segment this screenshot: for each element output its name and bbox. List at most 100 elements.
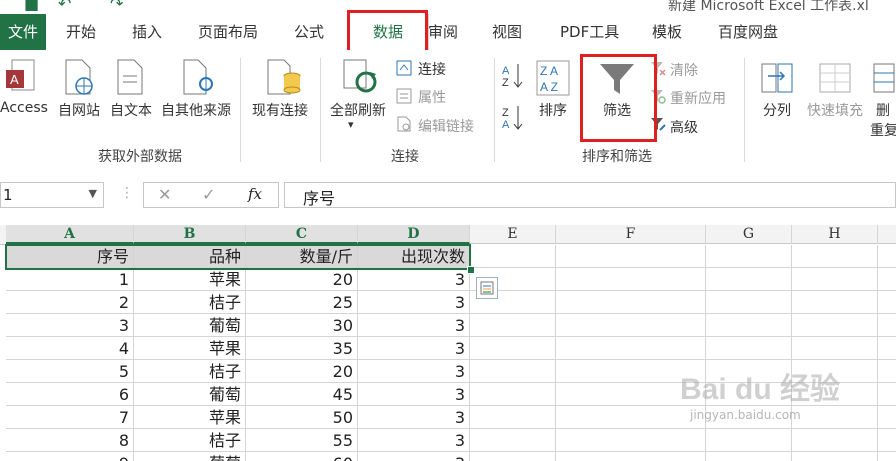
table-cell[interactable]: 25: [246, 291, 358, 314]
undo-icon[interactable]: ↶: [58, 0, 71, 13]
table-cell[interactable]: 苹果: [134, 268, 246, 291]
table-cell[interactable]: 50: [246, 406, 358, 429]
table-cell[interactable]: 葡萄: [134, 452, 246, 461]
advanced-button[interactable]: 高级: [670, 117, 698, 137]
name-box-dropdown-icon[interactable]: ▼: [89, 187, 97, 200]
edit-links-button[interactable]: 编辑链接: [418, 116, 474, 136]
properties-icon: [396, 88, 412, 108]
enter-icon[interactable]: ✓: [202, 185, 215, 204]
table-cell[interactable]: 3: [358, 291, 470, 314]
table-cell[interactable]: 6: [6, 383, 134, 406]
column-header-e[interactable]: E: [470, 225, 556, 244]
existing-connections-button[interactable]: 现有连接: [246, 100, 314, 120]
from-other-sources-button[interactable]: 自其他来源: [158, 100, 234, 120]
table-cell[interactable]: 20: [246, 360, 358, 383]
table-cell[interactable]: 3: [358, 429, 470, 452]
table-cell[interactable]: 4: [6, 337, 134, 360]
group-separator: [240, 58, 241, 162]
text-to-columns-button[interactable]: 分列: [756, 100, 798, 120]
insert-function-icon[interactable]: fx: [248, 185, 262, 203]
flash-fill-button[interactable]: 快速填充: [804, 100, 866, 120]
connections-button[interactable]: 连接: [418, 59, 446, 79]
table-cell[interactable]: 7: [6, 406, 134, 429]
name-box[interactable]: 1 ▼: [0, 182, 104, 208]
table-cell[interactable]: 9: [6, 452, 134, 461]
watermark-text: Bai du 经验: [680, 373, 841, 406]
table-cell[interactable]: 2: [6, 291, 134, 314]
table-cell[interactable]: 桔子: [134, 360, 246, 383]
group-separator: [320, 58, 321, 162]
remove-duplicates-button-line2[interactable]: 重复: [870, 120, 896, 140]
tab-insert[interactable]: 插入: [132, 14, 162, 50]
save-icon[interactable]: ■: [24, 0, 39, 13]
table-cell[interactable]: 桔子: [134, 291, 246, 314]
from-web-button[interactable]: 自网站: [54, 100, 104, 120]
table-cell[interactable]: 3: [358, 383, 470, 406]
table-cell[interactable]: 30: [246, 314, 358, 337]
table-cell[interactable]: 3: [358, 452, 470, 461]
table-cell[interactable]: 3: [358, 314, 470, 337]
connections-icon: [396, 60, 412, 80]
clear-button[interactable]: 清除: [670, 60, 698, 80]
group-label-get-external-data: 获取外部数据: [98, 149, 182, 165]
column-header-b[interactable]: B: [134, 225, 246, 244]
tab-formulas[interactable]: 公式: [294, 14, 324, 50]
web-icon: [62, 58, 96, 100]
fill-handle[interactable]: [467, 266, 475, 274]
refresh-dropdown-icon[interactable]: ▾: [348, 118, 354, 131]
text-to-columns-icon: [760, 60, 794, 102]
table-cell[interactable]: 8: [6, 429, 134, 452]
table-cell[interactable]: 葡萄: [134, 383, 246, 406]
table-cell[interactable]: 1: [6, 268, 134, 291]
remove-duplicates-button[interactable]: 删: [876, 100, 890, 120]
table-cell[interactable]: 桔子: [134, 429, 246, 452]
tab-home[interactable]: 开始: [66, 14, 96, 50]
table-cell[interactable]: 60: [246, 452, 358, 461]
column-header-g[interactable]: G: [706, 225, 792, 244]
column-header-a[interactable]: A: [6, 225, 134, 244]
column-header-c[interactable]: C: [246, 225, 358, 244]
selection-range: [5, 244, 471, 270]
reapply-button[interactable]: 重新应用: [670, 88, 726, 108]
tab-page-layout[interactable]: 页面布局: [198, 14, 258, 50]
refresh-all-button[interactable]: 全部刷新: [326, 100, 390, 120]
table-cell[interactable]: 45: [246, 383, 358, 406]
column-header-d[interactable]: D: [358, 225, 470, 244]
properties-button[interactable]: 属性: [418, 87, 446, 107]
table-cell[interactable]: 3: [358, 406, 470, 429]
cancel-icon[interactable]: ✕: [158, 185, 171, 204]
sort-ascending-icon[interactable]: AZ: [502, 62, 524, 92]
table-cell[interactable]: 3: [358, 360, 470, 383]
column-header-h[interactable]: H: [792, 225, 878, 244]
tab-pdf-tools[interactable]: PDF工具: [560, 14, 619, 50]
table-cell[interactable]: 5: [6, 360, 134, 383]
table-cell[interactable]: 20: [246, 268, 358, 291]
group-label-sort-filter: 排序和筛选: [582, 149, 652, 165]
worksheet-grid[interactable]: A B C D E F G H 序号 品种 数量/斤 出现次数 1 苹果 20 …: [0, 219, 896, 461]
sort-descending-icon[interactable]: ZA: [502, 104, 524, 134]
tab-file[interactable]: 文件: [0, 14, 46, 50]
sort-button[interactable]: 排序: [532, 100, 574, 120]
tab-review[interactable]: 审阅: [428, 14, 458, 50]
column-header-f[interactable]: F: [556, 225, 706, 244]
refresh-all-icon: [342, 58, 378, 100]
table-cell[interactable]: 苹果: [134, 406, 246, 429]
table-cell[interactable]: 苹果: [134, 337, 246, 360]
svg-text:A: A: [502, 65, 510, 77]
table-cell[interactable]: 3: [358, 337, 470, 360]
quick-analysis-button[interactable]: [476, 277, 498, 299]
from-text-button[interactable]: 自文本: [106, 100, 156, 120]
redo-icon[interactable]: ↷: [110, 0, 123, 13]
column-header-next[interactable]: [878, 225, 896, 244]
table-cell[interactable]: 55: [246, 429, 358, 452]
table-cell[interactable]: 3: [358, 268, 470, 291]
tab-view[interactable]: 视图: [492, 14, 522, 50]
table-cell[interactable]: 3: [6, 314, 134, 337]
formula-bar-grip-icon[interactable]: ⋮: [120, 185, 134, 201]
from-access-button[interactable]: Access: [0, 100, 48, 116]
table-cell[interactable]: 葡萄: [134, 314, 246, 337]
formula-input[interactable]: 序号: [284, 182, 896, 208]
tab-baidu-netdisk[interactable]: 百度网盘: [718, 14, 778, 50]
table-cell[interactable]: 35: [246, 337, 358, 360]
tab-templates[interactable]: 模板: [652, 14, 682, 50]
